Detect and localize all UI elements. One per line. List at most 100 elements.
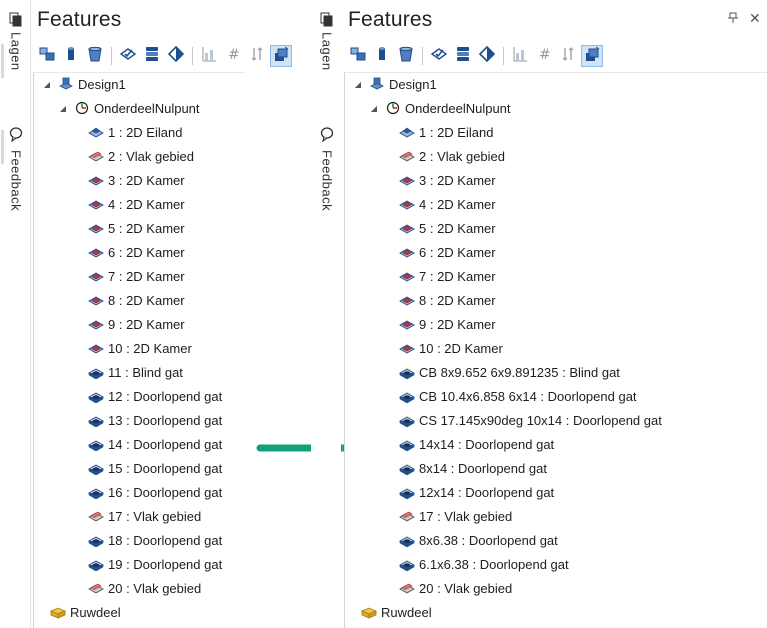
diamond-button[interactable] (166, 45, 186, 66)
tree-item[interactable]: 5 : 2D Kamer (88, 217, 185, 239)
tree-item[interactable]: 6 : 2D Kamer (399, 241, 496, 263)
tree-item[interactable]: 5 : 2D Kamer (399, 217, 496, 239)
tree-item-label: OnderdeelNulpunt (405, 100, 511, 116)
tree-item[interactable]: 10 : 2D Kamer (88, 337, 192, 359)
tree-item-label: 11 : Blind gat (108, 364, 183, 380)
layers-stack-button[interactable] (453, 46, 473, 66)
tree-item[interactable]: 20 : Vlak gebied (88, 577, 201, 599)
tree-item[interactable]: ◢ OnderdeelNulpunt (58, 97, 200, 119)
tree-item[interactable]: 20 : Vlak gebied (399, 577, 512, 599)
tree-item[interactable]: 4 : 2D Kamer (88, 193, 185, 215)
tree-item[interactable]: 1 : 2D Eiland (88, 121, 182, 143)
tree-item[interactable]: 8 : 2D Kamer (399, 289, 496, 311)
close-icon[interactable]: ✕ (749, 10, 761, 27)
tree-item[interactable]: 7 : 2D Kamer (88, 265, 185, 287)
hash-icon: # (224, 45, 242, 68)
hash-button[interactable]: # (223, 46, 243, 66)
tree-item[interactable]: 9 : 2D Kamer (88, 313, 185, 335)
design-icon (369, 77, 385, 91)
parts-button[interactable] (348, 46, 368, 66)
collapse-toggle-icon[interactable]: ◢ (58, 104, 68, 113)
grid-chart-button[interactable] (199, 46, 219, 66)
tree-item[interactable]: 9 : 2D Kamer (399, 313, 496, 335)
features-view-button[interactable] (581, 45, 603, 67)
tree-item[interactable]: Ruwdeel (49, 601, 121, 623)
diamond-button[interactable] (477, 45, 497, 66)
tree-item[interactable]: 11 : Blind gat (88, 361, 183, 383)
tree-item[interactable]: 17 : Vlak gebied (88, 505, 201, 527)
tree-item[interactable]: 16 : Doorlopend gat (88, 481, 222, 503)
tree-item[interactable]: ◢ Design1 (42, 73, 126, 95)
tree-item-label: 17 : Vlak gebied (419, 508, 513, 524)
tree-item[interactable]: CS 17.145x90deg 10x14 : Doorlopend gat (399, 409, 662, 431)
stock-cup-button[interactable] (85, 46, 105, 66)
sort-button[interactable] (558, 46, 578, 66)
collapse-toggle-icon[interactable]: ◢ (353, 80, 363, 89)
collapse-toggle-icon[interactable]: ◢ (369, 104, 379, 113)
tree-item[interactable]: 10 : 2D Kamer (399, 337, 503, 359)
tree-item[interactable]: 17 : Vlak gebied (399, 505, 512, 527)
collapse-toggle-icon[interactable]: ◢ (42, 80, 52, 89)
tree-item-label: 2 : Vlak gebied (108, 148, 195, 164)
hole-icon (399, 557, 415, 572)
features-view-button[interactable] (270, 45, 292, 67)
layers-stack-icon (454, 45, 472, 68)
tree-item[interactable]: 2 : Vlak gebied (399, 145, 505, 167)
tree-item[interactable]: 4 : 2D Kamer (399, 193, 496, 215)
tree-item[interactable]: ◢ Design1 (353, 73, 437, 95)
feature-tree: ◢ Design1 ◢ OnderdeelNulpunt 1 : 2D Eiland 2 … (344, 72, 767, 628)
tree-item[interactable]: ◢ OnderdeelNulpunt (369, 97, 511, 119)
pocket-icon (399, 293, 415, 307)
sort-icon (248, 45, 266, 68)
tree-item[interactable]: 8x6.38 : Doorlopend gat (399, 529, 558, 551)
pocket-icon (88, 221, 104, 235)
sort-button[interactable] (247, 46, 267, 66)
tree-item[interactable]: 14 : Doorlopend gat (88, 433, 222, 455)
tree-item[interactable]: 13 : Doorlopend gat (88, 409, 222, 431)
layers-icon (9, 12, 22, 27)
tree-item[interactable]: 8 : 2D Kamer (88, 289, 185, 311)
tree-item[interactable]: 2 : Vlak gebied (88, 145, 194, 167)
tree-item[interactable]: Ruwdeel (360, 601, 432, 623)
face-area-icon (399, 509, 415, 523)
tree-item[interactable]: CB 10.4x6.858 6x14 : Doorlopend gat (399, 385, 637, 407)
grid-chart-button[interactable] (510, 46, 530, 66)
tree-item[interactable]: 1 : 2D Eiland (399, 121, 493, 143)
face-area-icon (88, 509, 104, 523)
tree-item[interactable]: 14x14 : Doorlopend gat (399, 433, 554, 455)
tree-item[interactable]: 19 : Doorlopend gat (88, 553, 222, 575)
stock-cup-icon (86, 45, 104, 68)
side-tab-layers[interactable]: Lagen (6, 12, 26, 71)
side-tab-feedback-label: Feedback (319, 150, 335, 212)
tree-item[interactable]: 8x14 : Doorlopend gat (399, 457, 547, 479)
tree-item[interactable]: 18 : Doorlopend gat (88, 529, 222, 551)
side-tab-layers[interactable]: Lagen (317, 12, 337, 71)
tree-item[interactable]: 12x14 : Doorlopend gat (399, 481, 554, 503)
layers-stack-button[interactable] (142, 46, 162, 66)
hash-button[interactable]: # (534, 46, 554, 66)
tree-item-label: CB 8x9.652 6x9.891235 : Blind gat (419, 364, 620, 380)
tree-item-label: 4 : 2D Kamer (108, 196, 185, 212)
side-tab-feedback[interactable]: Feedback (6, 126, 26, 211)
tree-item[interactable]: CB 8x9.652 6x9.891235 : Blind gat (399, 361, 620, 383)
stock-cup-button[interactable] (396, 46, 416, 66)
tree-item-label: OnderdeelNulpunt (94, 100, 200, 116)
tree-item[interactable]: 12 : Doorlopend gat (88, 385, 222, 407)
cylinder-button[interactable] (61, 46, 81, 66)
check-tool-button[interactable] (118, 46, 138, 66)
parts-button[interactable] (37, 46, 57, 66)
tree-item[interactable]: 3 : 2D Kamer (399, 169, 496, 191)
pocket-icon (88, 245, 104, 259)
side-tab-feedback[interactable]: Feedback (317, 126, 337, 211)
tree-item[interactable]: 6.1x6.38 : Doorlopend gat (399, 553, 569, 575)
tree-item-label: 16 : Doorlopend gat (108, 484, 223, 500)
pin-icon[interactable] (727, 12, 739, 27)
tree-item[interactable]: 15 : Doorlopend gat (88, 457, 222, 479)
tree-item[interactable]: 3 : 2D Kamer (88, 169, 185, 191)
tree-item[interactable]: 6 : 2D Kamer (88, 241, 185, 263)
check-tool-button[interactable] (429, 46, 449, 66)
tree-item[interactable]: 7 : 2D Kamer (399, 265, 496, 287)
tree-item-label: 9 : 2D Kamer (108, 316, 185, 332)
hole-icon (399, 365, 415, 380)
cylinder-button[interactable] (372, 46, 392, 66)
